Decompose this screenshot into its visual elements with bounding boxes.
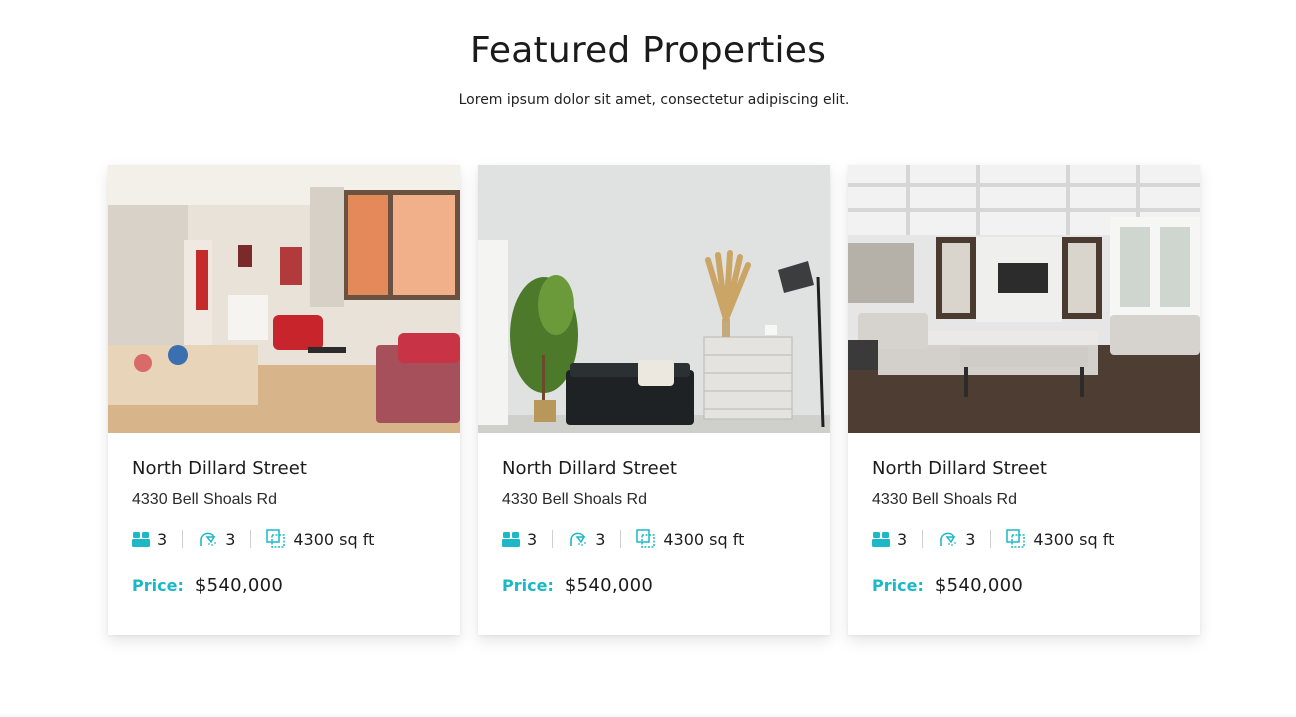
bathrooms-count: 3 [225, 529, 236, 549]
divider [250, 530, 252, 548]
area-icon [1006, 529, 1026, 548]
divider [552, 530, 554, 548]
divider [990, 530, 992, 548]
price-row: Price: $540,000 [502, 575, 806, 596]
property-features: 3 3 4300 sq ft [132, 528, 436, 550]
divider [922, 530, 924, 548]
price-value: $540,000 [194, 575, 284, 596]
bedrooms-count: 3 [527, 529, 538, 549]
divider [620, 530, 622, 548]
bathrooms: 3 [568, 530, 605, 549]
section-title: Featured Properties [469, 30, 827, 71]
property-card[interactable]: North Dillard Street 4330 Bell Shoals Rd… [108, 165, 460, 635]
price-label: Price: [132, 576, 184, 595]
area: 4300 sq ft [636, 529, 744, 549]
property-address: 4330 Bell Shoals Rd [132, 491, 277, 508]
property-address: 4330 Bell Shoals Rd [502, 491, 647, 508]
property-title[interactable]: North Dillard Street [872, 458, 1176, 479]
bathrooms: 3 [198, 530, 235, 549]
shower-icon [940, 532, 957, 546]
price-value: $540,000 [564, 575, 654, 596]
bedrooms-count: 3 [897, 529, 908, 549]
shower-icon [200, 532, 217, 546]
bedrooms: 3 [132, 530, 167, 549]
area-value: 4300 sq ft [1033, 529, 1115, 549]
price-value: $540,000 [934, 575, 1024, 596]
area-icon [636, 529, 656, 548]
area: 4300 sq ft [1006, 529, 1114, 549]
shower-icon [570, 532, 587, 546]
bed-icon [132, 532, 150, 547]
bathrooms-count: 3 [595, 529, 606, 549]
area-value: 4300 sq ft [663, 529, 745, 549]
price-label: Price: [872, 576, 924, 595]
divider [182, 530, 184, 548]
price-row: Price: $540,000 [132, 575, 436, 596]
area-icon [266, 529, 286, 548]
bedrooms-count: 3 [157, 529, 168, 549]
bedrooms: 3 [502, 530, 537, 549]
price-row: Price: $540,000 [872, 575, 1176, 596]
bed-icon [502, 532, 520, 547]
section-subtitle: Lorem ipsum dolor sit amet, consectetur … [458, 92, 850, 108]
property-title[interactable]: North Dillard Street [502, 458, 806, 479]
area-value: 4300 sq ft [293, 529, 375, 549]
property-address: 4330 Bell Shoals Rd [872, 491, 1017, 508]
property-title[interactable]: North Dillard Street [132, 458, 436, 479]
living-room-with-black-sofa-photo[interactable] [478, 165, 830, 433]
bathrooms: 3 [938, 530, 975, 549]
property-card[interactable]: North Dillard Street 4330 Bell Shoals Rd… [478, 165, 830, 635]
property-features: 3 3 4300 sq ft [872, 528, 1176, 550]
bedrooms: 3 [872, 530, 907, 549]
bed-icon [872, 532, 890, 547]
property-features: 3 3 4300 sq ft [502, 528, 806, 550]
bathrooms-count: 3 [965, 529, 976, 549]
area: 4300 sq ft [266, 529, 374, 549]
living-room-with-red-sofa-photo[interactable] [108, 165, 460, 433]
property-cards: North Dillard Street 4330 Bell Shoals Rd… [108, 165, 1200, 635]
luxury-living-room-photo[interactable] [848, 165, 1200, 433]
property-card[interactable]: North Dillard Street 4330 Bell Shoals Rd… [848, 165, 1200, 635]
price-label: Price: [502, 576, 554, 595]
